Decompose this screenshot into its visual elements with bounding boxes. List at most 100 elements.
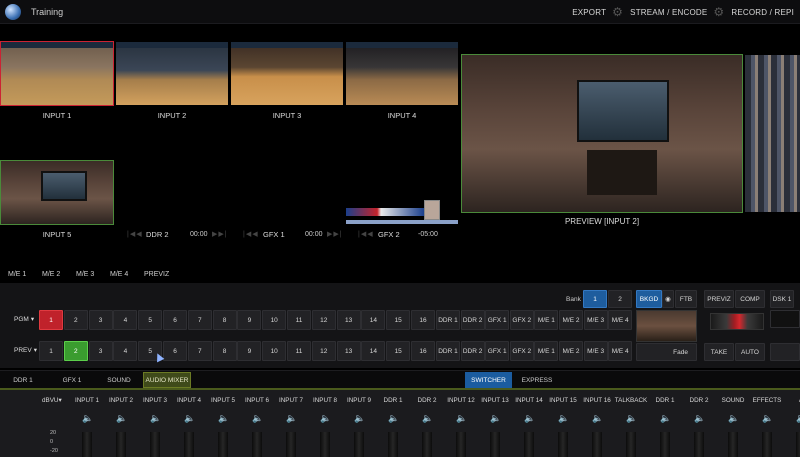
pgm-row-label[interactable]: PGM ▾ [14, 314, 34, 324]
pgm-input-13-button[interactable]: 13 [336, 310, 361, 330]
volume-fader[interactable] [762, 432, 772, 457]
volume-fader[interactable] [252, 432, 262, 457]
prev-input-13-button[interactable]: 13 [336, 341, 361, 361]
prev-input-15-button[interactable]: 15 [386, 341, 411, 361]
ftb-button[interactable]: FTB [675, 290, 697, 308]
pgm-source-button[interactable]: DDR 1 [436, 310, 460, 330]
volume-fader[interactable] [82, 432, 92, 457]
prev-source-button[interactable]: M/E 3 [583, 341, 608, 361]
monitor-input-5[interactable] [0, 160, 114, 225]
gfx1-next[interactable]: ▶▶| [327, 230, 343, 238]
prev-row-label[interactable]: PREV ▾ [14, 345, 37, 355]
gear-icon[interactable]: ⚙ [612, 6, 624, 18]
preview-monitor[interactable] [461, 54, 743, 213]
tab-me1[interactable]: M/E 1 [8, 271, 34, 278]
app-logo[interactable] [5, 3, 21, 20]
pgm-source-button[interactable]: M/E 3 [583, 310, 608, 330]
pgm-source-button[interactable]: M/E 1 [534, 310, 559, 330]
gear-icon[interactable]: ⚙ [713, 6, 725, 18]
monitor-input-1[interactable] [0, 41, 114, 106]
volume-fader[interactable] [524, 432, 534, 457]
monitor-input-3[interactable] [231, 42, 343, 105]
pgm-input-10-button[interactable]: 10 [262, 310, 287, 330]
prev-input-1-button[interactable]: 1 [39, 341, 63, 361]
transition-thumbnail[interactable] [636, 310, 697, 342]
volume-fader[interactable] [286, 432, 296, 457]
volume-fader[interactable] [558, 432, 568, 457]
speaker-icon[interactable]: 🔈 [320, 413, 331, 424]
auto-button[interactable]: AUTO [735, 343, 765, 361]
prev-source-button[interactable]: DDR 1 [436, 341, 460, 361]
speaker-icon[interactable]: 🔈 [626, 413, 637, 424]
dsk1-thumbnail[interactable] [770, 310, 800, 328]
speaker-icon[interactable]: 🔈 [150, 413, 161, 424]
speaker-icon[interactable]: 🔈 [388, 413, 399, 424]
speaker-icon[interactable]: 🔈 [252, 413, 263, 424]
prev-source-button[interactable]: M/E 1 [534, 341, 559, 361]
volume-fader[interactable] [150, 432, 160, 457]
monitor-input-2[interactable] [116, 42, 228, 105]
pgm-source-button[interactable]: GFX 1 [485, 310, 510, 330]
prev-input-4-button[interactable]: 4 [113, 341, 138, 361]
volume-fader[interactable] [456, 432, 466, 457]
speaker-icon[interactable]: 🔈 [456, 413, 467, 424]
volume-fader[interactable] [218, 432, 228, 457]
bank-1-button[interactable]: 1 [583, 290, 607, 308]
prev-source-button[interactable]: M/E 2 [559, 341, 583, 361]
prev-input-9-button[interactable]: 9 [237, 341, 262, 361]
fade-button[interactable]: Fade [636, 343, 697, 361]
volume-fader[interactable] [796, 432, 800, 457]
pgm-input-9-button[interactable]: 9 [237, 310, 262, 330]
tab-gfx1[interactable]: GFX 1 [55, 372, 89, 388]
speaker-icon[interactable]: 🔈 [82, 413, 93, 424]
pgm-input-16-button[interactable]: 16 [411, 310, 435, 330]
volume-fader[interactable] [626, 432, 636, 457]
prev-input-14-button[interactable]: 14 [361, 341, 386, 361]
pgm-input-4-button[interactable]: 4 [113, 310, 138, 330]
speaker-icon[interactable]: 🔈 [660, 413, 671, 424]
speaker-icon[interactable]: 🔈 [490, 413, 501, 424]
speaker-icon[interactable]: 🔈 [592, 413, 603, 424]
speaker-icon[interactable]: 🔈 [286, 413, 297, 424]
pgm-input-5-button[interactable]: 5 [138, 310, 163, 330]
pgm-input-11-button[interactable]: 11 [287, 310, 311, 330]
volume-fader[interactable] [694, 432, 704, 457]
volume-fader[interactable] [354, 432, 364, 457]
export-button[interactable]: EXPORT [566, 8, 612, 17]
pgm-input-12-button[interactable]: 12 [311, 310, 336, 330]
pgm-input-8-button[interactable]: 8 [212, 310, 237, 330]
speaker-icon[interactable]: 🔈 [184, 413, 195, 424]
volume-fader[interactable] [728, 432, 738, 457]
speaker-icon[interactable]: 🔈 [796, 413, 800, 424]
volume-fader[interactable] [490, 432, 500, 457]
tab-sound[interactable]: SOUND [102, 372, 136, 388]
bank-2-button[interactable]: 2 [608, 290, 632, 308]
tab-previz[interactable]: PREVIZ [144, 271, 170, 278]
stream-encode-button[interactable]: STREAM / ENCODE [624, 8, 713, 17]
speaker-icon[interactable]: 🔈 [422, 413, 433, 424]
prev-input-12-button[interactable]: 12 [311, 341, 336, 361]
tab-me4[interactable]: M/E 4 [110, 271, 136, 278]
ddr2-transport[interactable]: |◀◀ [127, 230, 143, 238]
volume-fader[interactable] [388, 432, 398, 457]
volume-fader[interactable] [184, 432, 194, 457]
tab-switcher[interactable]: SWITCHER [465, 372, 512, 388]
monitor-input-4[interactable] [346, 42, 458, 105]
prev-input-3-button[interactable]: 3 [88, 341, 113, 361]
take-button[interactable]: TAKE [704, 343, 734, 361]
volume-fader[interactable] [660, 432, 670, 457]
speaker-icon[interactable]: 🔈 [728, 413, 739, 424]
speaker-icon[interactable]: 🔈 [354, 413, 365, 424]
tab-express[interactable]: EXPRESS [517, 372, 557, 388]
pgm-source-button[interactable]: GFX 2 [509, 310, 534, 330]
db-scale-label[interactable]: dBVU▾ [42, 397, 62, 404]
prev-input-11-button[interactable]: 11 [287, 341, 311, 361]
prev-input-7-button[interactable]: 7 [187, 341, 212, 361]
speaker-icon[interactable]: 🔈 [762, 413, 773, 424]
speaker-icon[interactable]: 🔈 [694, 413, 705, 424]
pgm-input-6-button[interactable]: 6 [163, 310, 187, 330]
comp-button[interactable]: COMP [735, 290, 765, 308]
prev-input-8-button[interactable]: 8 [212, 341, 237, 361]
pgm-source-button[interactable]: M/E 2 [559, 310, 583, 330]
gfx2-transport[interactable]: |◀◀ [358, 230, 374, 238]
